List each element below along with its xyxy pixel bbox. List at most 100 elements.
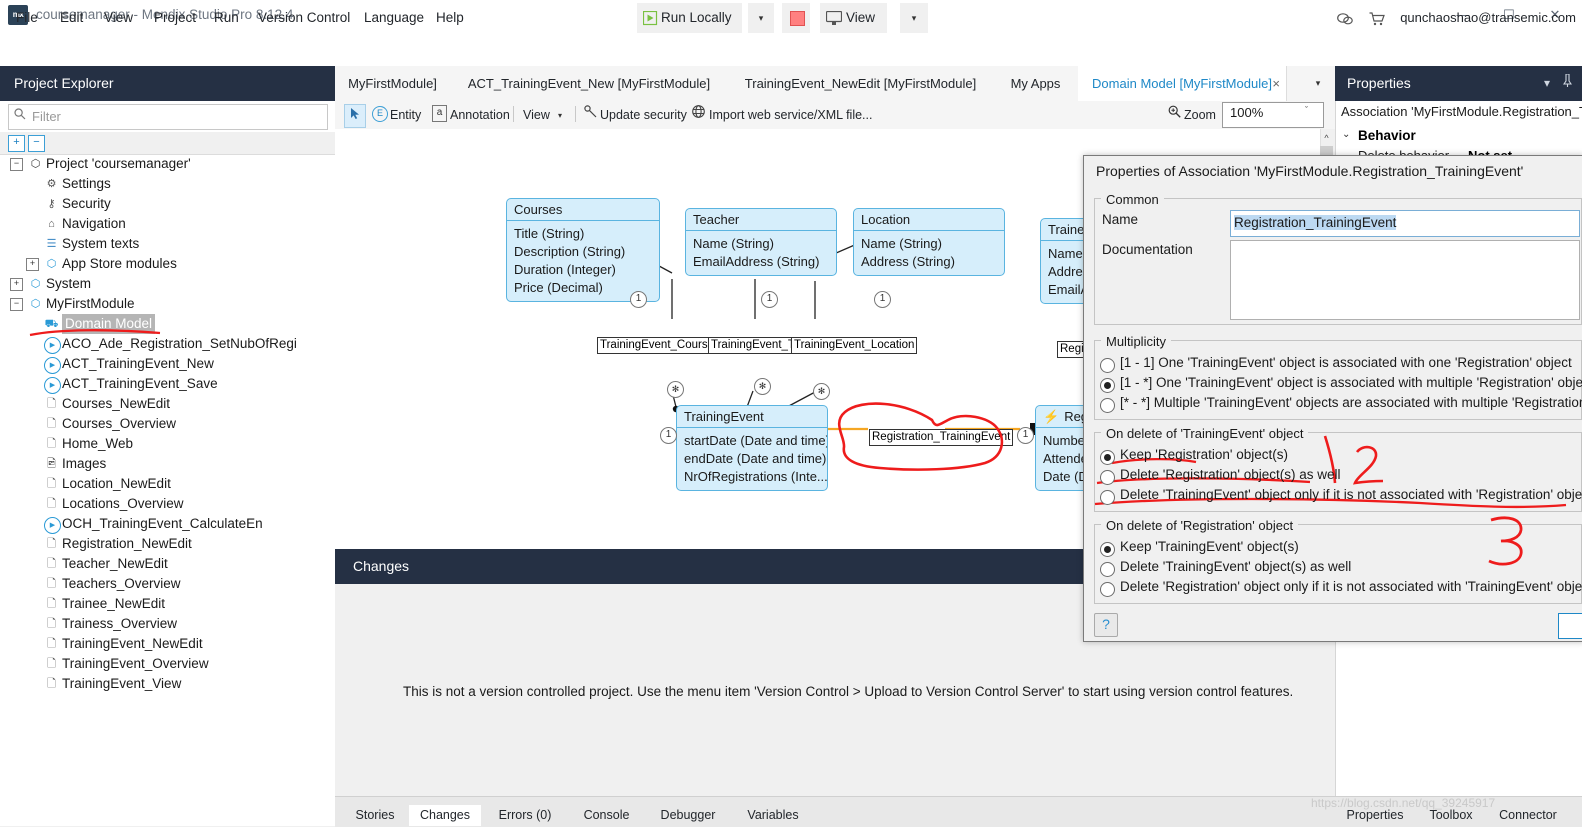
properties-pin-icon[interactable]: [1558, 66, 1576, 101]
radio-label-on_delete_registration_options-2[interactable]: Delete 'Registration' object only if it …: [1120, 579, 1582, 594]
bottom-tab-stories[interactable]: Stories: [345, 805, 405, 826]
radio-on_delete_registration_options-0[interactable]: [1100, 542, 1115, 557]
radio-label-multiplicity_options-0[interactable]: [1 - 1] One 'TrainingEvent' object is as…: [1120, 355, 1572, 370]
view-menu-caret-icon[interactable]: ▾: [558, 104, 562, 128]
entity-tool-button[interactable]: Entity: [390, 104, 421, 126]
entity-location[interactable]: Location Name (String) Address (String): [853, 208, 1005, 276]
tree-item-act-trainingevent-new[interactable]: ▶ ACT_TrainingEvent_New: [0, 354, 335, 374]
radio-multiplicity_options-1[interactable]: [1100, 378, 1115, 393]
run-locally-dropdown-arrow[interactable]: ▾: [748, 3, 774, 33]
tree-item-settings[interactable]: ⚙ Settings: [0, 174, 335, 194]
annotation-icon[interactable]: a: [432, 105, 447, 122]
editor-tab-1[interactable]: ACT_TrainingEvent_New [MyFirstModule]: [450, 66, 729, 101]
radio-label-on_delete_training_options-2[interactable]: Delete 'TrainingEvent' object only if it…: [1120, 487, 1582, 502]
radio-on_delete_training_options-2[interactable]: [1100, 490, 1115, 505]
tree-item-system[interactable]: + ⬡ System: [0, 274, 335, 294]
radio-on_delete_registration_options-1[interactable]: [1100, 562, 1115, 577]
bottom-tab-changes[interactable]: Changes: [409, 805, 481, 826]
tree-item-act-trainingevent-save[interactable]: ▶ ACT_TrainingEvent_Save: [0, 374, 335, 394]
radio-label-on_delete_registration_options-0[interactable]: Keep 'TrainingEvent' object(s): [1120, 539, 1299, 554]
radio-on_delete_training_options-0[interactable]: [1100, 450, 1115, 465]
editor-tab-3[interactable]: My Apps: [993, 66, 1079, 101]
tree-item-trainingevent-overview[interactable]: 🗋 TrainingEvent_Overview: [0, 654, 335, 674]
tree-item-security[interactable]: ⚷ Security: [0, 194, 335, 214]
entity-teacher[interactable]: Teacher Name (String) EmailAddress (String…: [685, 208, 837, 276]
tree-item-domain-model[interactable]: ⛟ Domain Model: [0, 314, 335, 334]
tree-item-system-texts[interactable]: ☰ System texts: [0, 234, 335, 254]
documentation-textarea[interactable]: [1230, 240, 1580, 320]
select-tool-icon[interactable]: [344, 104, 366, 128]
menu-run[interactable]: Run: [204, 0, 249, 36]
radio-on_delete_training_options-1[interactable]: [1100, 470, 1115, 485]
radio-label-multiplicity_options-2[interactable]: [* - *] Multiple 'TrainingEvent' objects…: [1120, 395, 1582, 410]
entity-courses[interactable]: Courses Title (String) Description (String…: [506, 198, 660, 302]
cart-icon[interactable]: [1369, 11, 1385, 26]
radio-label-on_delete_training_options-0[interactable]: Keep 'Registration' object(s): [1120, 447, 1288, 462]
expand-all-button[interactable]: +: [8, 135, 25, 152]
update-security-button[interactable]: Update security: [600, 104, 687, 126]
tree-expander-icon[interactable]: +: [26, 258, 39, 271]
properties-dropdown-icon[interactable]: ▾: [1538, 66, 1556, 101]
account-email[interactable]: qunchaoshao@transemic.com: [1400, 10, 1576, 25]
tree-item-home-web[interactable]: 🗋 Home_Web: [0, 434, 335, 454]
view-dropdown-arrow[interactable]: ▾: [900, 3, 928, 33]
tree-expander-icon[interactable]: −: [10, 158, 23, 171]
tree-item-trainess-overview[interactable]: 🗋 Trainess_Overview: [0, 614, 335, 634]
help-button[interactable]: ?: [1094, 613, 1118, 637]
radio-on_delete_registration_options-2[interactable]: [1100, 582, 1115, 597]
menu-version-control[interactable]: Version Control: [248, 0, 360, 36]
menu-project[interactable]: Project: [144, 0, 206, 36]
tree-item-trainee-newedit[interactable]: 🗋 Trainee_NewEdit: [0, 594, 335, 614]
tree-item-project-coursemanager[interactable]: − ⬡ Project 'coursemanager': [0, 154, 335, 174]
tree-item-teacher-newedit[interactable]: 🗋 Teacher_NewEdit: [0, 554, 335, 574]
radio-label-on_delete_training_options-1[interactable]: Delete 'Registration' object(s) as well: [1120, 467, 1341, 482]
annotation-tool-button[interactable]: Annotation: [450, 104, 510, 126]
editor-tab-0[interactable]: MyFirstModule]: [335, 66, 451, 101]
tree-item-trainingevent-newedit[interactable]: 🗋 TrainingEvent_NewEdit: [0, 634, 335, 654]
tree-item-app-store-modules[interactable]: + ⬡ App Store modules: [0, 254, 335, 274]
tree-item-navigation[interactable]: ⌂ Navigation: [0, 214, 335, 234]
bottom-tab-console[interactable]: Console: [574, 805, 639, 826]
tree-item-courses-overview[interactable]: 🗋 Courses_Overview: [0, 414, 335, 434]
bottom-tab-errors-0[interactable]: Errors (0): [489, 805, 561, 826]
association-label-3[interactable]: Registration_TrainingEvent: [869, 429, 1014, 446]
bottom-tab-connector[interactable]: Connector: [1490, 805, 1566, 826]
menu-help[interactable]: Help: [426, 0, 474, 36]
entity-icon[interactable]: E: [372, 106, 388, 122]
chevron-down-icon[interactable]: ˇ: [1305, 105, 1308, 115]
editor-tab-close-icon[interactable]: ×: [1272, 66, 1280, 101]
tree-expander-icon[interactable]: +: [10, 278, 23, 291]
editor-tab-4[interactable]: Domain Model [MyFirstModule] ×: [1078, 66, 1287, 102]
tree-expander-icon[interactable]: −: [10, 298, 23, 311]
ok-button[interactable]: [1558, 613, 1582, 639]
collapse-all-button[interactable]: −: [28, 135, 45, 152]
tree-item-locations-overview[interactable]: 🗋 Locations_Overview: [0, 494, 335, 514]
bottom-tab-debugger[interactable]: Debugger: [649, 805, 727, 826]
tree-item-location-newedit[interactable]: 🗋 Location_NewEdit: [0, 474, 335, 494]
view-menu-button[interactable]: View: [523, 104, 550, 126]
radio-multiplicity_options-0[interactable]: [1100, 358, 1115, 373]
tree-item-och-trainingevent-calculateen[interactable]: ▶ OCH_TrainingEvent_CalculateEn: [0, 514, 335, 534]
view-app-button[interactable]: View: [820, 3, 888, 33]
account-area[interactable]: qunchaoshao@transemic.com: [1337, 6, 1576, 30]
tree-item-trainingevent-view[interactable]: 🗋 TrainingEvent_View: [0, 674, 335, 694]
bottom-tab-variables[interactable]: Variables: [736, 805, 810, 826]
scroll-up-icon[interactable]: ^: [1320, 131, 1333, 145]
menu-language[interactable]: Language: [354, 0, 434, 36]
editor-tabs-overflow-icon[interactable]: ▾: [1303, 66, 1333, 101]
bottom-tab-properties[interactable]: Properties: [1336, 805, 1414, 826]
association-label-0[interactable]: TrainingEvent_Courses: [597, 337, 723, 354]
menu-file[interactable]: File: [6, 0, 48, 36]
radio-multiplicity_options-2[interactable]: [1100, 398, 1115, 413]
tree-item-aco-ade-registration-setnubofregi[interactable]: ▶ ACO_Ade_Registration_SetNubOfRegi: [0, 334, 335, 354]
tree-item-teachers-overview[interactable]: 🗋 Teachers_Overview: [0, 574, 335, 594]
association-label-2[interactable]: TrainingEvent_Location: [791, 337, 918, 354]
entity-trainingevent[interactable]: TrainingEvent startDate (Date and time) en…: [676, 405, 828, 491]
import-web-service-button[interactable]: Import web service/XML file...: [709, 104, 872, 126]
tree-item-myfirstmodule[interactable]: − ⬡ MyFirstModule: [0, 294, 335, 314]
bottom-tab-toolbox[interactable]: Toolbox: [1418, 805, 1484, 826]
menu-edit[interactable]: Edit: [50, 0, 93, 36]
tree-item-images[interactable]: 🖻 Images: [0, 454, 335, 474]
radio-label-on_delete_registration_options-1[interactable]: Delete 'TrainingEvent' object(s) as well: [1120, 559, 1351, 574]
association-label-1[interactable]: TrainingEvent_Te: [708, 337, 804, 354]
